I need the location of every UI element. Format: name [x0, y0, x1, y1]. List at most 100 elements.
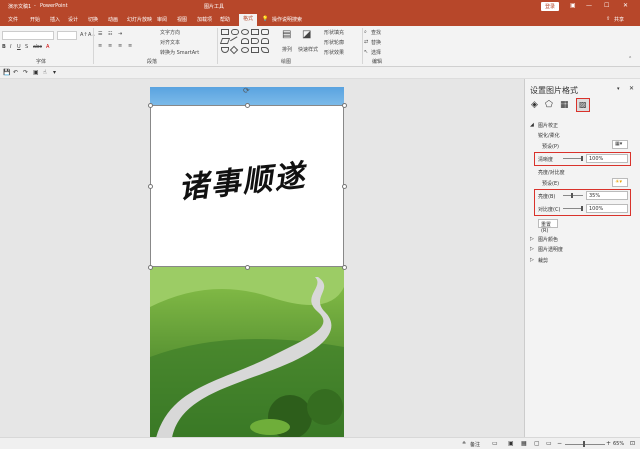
- find-icon[interactable]: ⌕: [364, 29, 367, 35]
- collapse-ribbon-icon[interactable]: ⌃: [628, 56, 632, 62]
- shape-parallelogram-icon[interactable]: [219, 38, 231, 44]
- replace-icon[interactable]: ⇄: [364, 39, 368, 45]
- tab-home[interactable]: 开始: [30, 16, 40, 23]
- quick-styles-button[interactable]: 快速样式: [298, 46, 318, 53]
- shape-outline-button[interactable]: 形状轮廓: [324, 39, 344, 46]
- brightness-slider-thumb[interactable]: [571, 193, 573, 198]
- section-picture-correction[interactable]: 图片校正: [538, 122, 558, 129]
- resize-handle[interactable]: [148, 265, 153, 270]
- shapes-gallery[interactable]: [219, 29, 281, 55]
- sharpen-preset-dropdown[interactable]: ▦▾: [612, 140, 628, 149]
- ribbon-display-icon[interactable]: ▣: [570, 2, 576, 9]
- shape-box-icon[interactable]: [251, 47, 259, 53]
- shape-leaf-icon[interactable]: [261, 47, 269, 53]
- start-slideshow-icon[interactable]: ▣: [33, 69, 39, 76]
- contrast-input[interactable]: 100%: [586, 204, 628, 213]
- tab-view[interactable]: 视图: [177, 16, 187, 23]
- strikethrough-icon[interactable]: abc: [33, 44, 42, 50]
- section-picture-transparency[interactable]: 图片透明度: [538, 246, 563, 253]
- shadow-icon[interactable]: S: [25, 44, 28, 50]
- slideshow-view-icon[interactable]: ▭: [546, 440, 552, 447]
- tab-transitions[interactable]: 切换: [88, 16, 98, 23]
- justify-icon[interactable]: ≡: [128, 43, 132, 49]
- zoom-slider[interactable]: [565, 444, 605, 445]
- sharpness-slider-thumb[interactable]: [581, 156, 583, 161]
- expand-icon[interactable]: ▷: [530, 236, 534, 242]
- shape-rect-icon[interactable]: [221, 29, 229, 35]
- font-color-icon[interactable]: A: [46, 44, 49, 50]
- zoom-level[interactable]: 65%: [613, 441, 624, 447]
- find-button[interactable]: 查找: [371, 29, 381, 36]
- grow-font-icon[interactable]: A↑: [80, 32, 88, 38]
- reading-view-icon[interactable]: ▢: [534, 440, 540, 447]
- touch-mode-icon[interactable]: ☝: [43, 69, 47, 76]
- tab-help[interactable]: 帮助: [220, 16, 230, 23]
- select-button[interactable]: 选择: [371, 49, 381, 56]
- zoom-in-icon[interactable]: +: [606, 440, 611, 447]
- brightness-preset-dropdown[interactable]: ☀▾: [612, 178, 628, 187]
- notes-icon[interactable]: ≙: [462, 441, 466, 447]
- minimize-icon[interactable]: —: [586, 2, 592, 9]
- arrange-icon[interactable]: ▤: [282, 29, 291, 40]
- resize-handle[interactable]: [342, 103, 347, 108]
- tab-insert[interactable]: 插入: [50, 16, 60, 23]
- tab-slideshow[interactable]: 幻灯片放映: [127, 16, 152, 23]
- fit-slide-icon[interactable]: ⊡: [630, 440, 635, 447]
- share-button[interactable]: 共享: [614, 16, 624, 23]
- shape-line-icon[interactable]: [230, 36, 240, 46]
- shape-arc-icon[interactable]: [241, 38, 249, 44]
- share-icon[interactable]: ⇪: [606, 16, 610, 22]
- tab-file[interactable]: 文件: [8, 16, 18, 23]
- shape-square-icon[interactable]: [251, 29, 259, 35]
- shape-effects-button[interactable]: 形状效果: [324, 49, 344, 56]
- maximize-icon[interactable]: ☐: [604, 2, 609, 9]
- fill-line-icon[interactable]: ◈: [531, 100, 538, 110]
- save-icon[interactable]: 💾: [3, 69, 10, 76]
- shape-diamond-icon[interactable]: [229, 45, 239, 55]
- bold-icon[interactable]: B: [2, 44, 6, 50]
- bullets-icon[interactable]: ☰: [98, 31, 102, 37]
- normal-view-icon[interactable]: ▣: [508, 440, 514, 447]
- contrast-slider-thumb[interactable]: [581, 206, 583, 211]
- expand-icon[interactable]: ▷: [530, 257, 534, 263]
- font-name-dropdown[interactable]: [2, 31, 54, 40]
- resize-handle[interactable]: [342, 265, 347, 270]
- smartart-button[interactable]: 转换为 SmartArt: [160, 49, 199, 56]
- resize-handle[interactable]: [148, 184, 153, 189]
- shape-circle-icon[interactable]: [241, 47, 249, 53]
- effects-icon[interactable]: ⬠: [545, 100, 553, 110]
- tab-animations[interactable]: 动画: [108, 16, 118, 23]
- rotate-handle-icon[interactable]: ⟳: [243, 86, 250, 95]
- shape-chevron-icon[interactable]: [251, 38, 259, 44]
- sharpness-slider[interactable]: [563, 158, 583, 159]
- section-picture-color[interactable]: 图片颜色: [538, 236, 558, 243]
- tab-design[interactable]: 设计: [68, 16, 78, 23]
- align-text-button[interactable]: 对齐文本: [160, 39, 180, 46]
- comments-icon[interactable]: ▭: [492, 440, 498, 447]
- tab-review[interactable]: 审阅: [157, 16, 167, 23]
- pane-options-icon[interactable]: ▾: [617, 86, 620, 92]
- brightness-input[interactable]: 35%: [586, 191, 628, 200]
- indent-icon[interactable]: ⇥: [118, 31, 122, 37]
- picture-icon-active[interactable]: ▨: [576, 98, 590, 112]
- close-icon[interactable]: ✕: [623, 2, 628, 9]
- arrange-button[interactable]: 排列: [282, 46, 292, 53]
- tab-addins[interactable]: 加载项: [197, 16, 212, 23]
- shape-fill-button[interactable]: 形状填充: [324, 29, 344, 36]
- zoom-out-icon[interactable]: −: [557, 440, 562, 447]
- sharpness-input[interactable]: 100%: [586, 154, 628, 163]
- redo-icon[interactable]: ↷: [23, 69, 28, 76]
- numbering-icon[interactable]: ☷: [108, 31, 112, 37]
- notes-button[interactable]: 备注: [470, 441, 480, 448]
- quick-styles-icon[interactable]: ◪: [302, 29, 311, 40]
- contrast-slider[interactable]: [563, 208, 583, 209]
- italic-icon[interactable]: I: [10, 44, 11, 50]
- align-left-icon[interactable]: ≡: [98, 43, 102, 49]
- brightness-slider[interactable]: [563, 195, 583, 196]
- shape-rounded-icon[interactable]: [231, 29, 239, 35]
- font-size-dropdown[interactable]: [57, 31, 77, 40]
- section-collapse-icon[interactable]: ◢: [530, 122, 534, 128]
- reset-button[interactable]: 重置(R): [538, 219, 558, 234]
- resize-handle[interactable]: [245, 265, 250, 270]
- replace-button[interactable]: 替换: [371, 39, 381, 46]
